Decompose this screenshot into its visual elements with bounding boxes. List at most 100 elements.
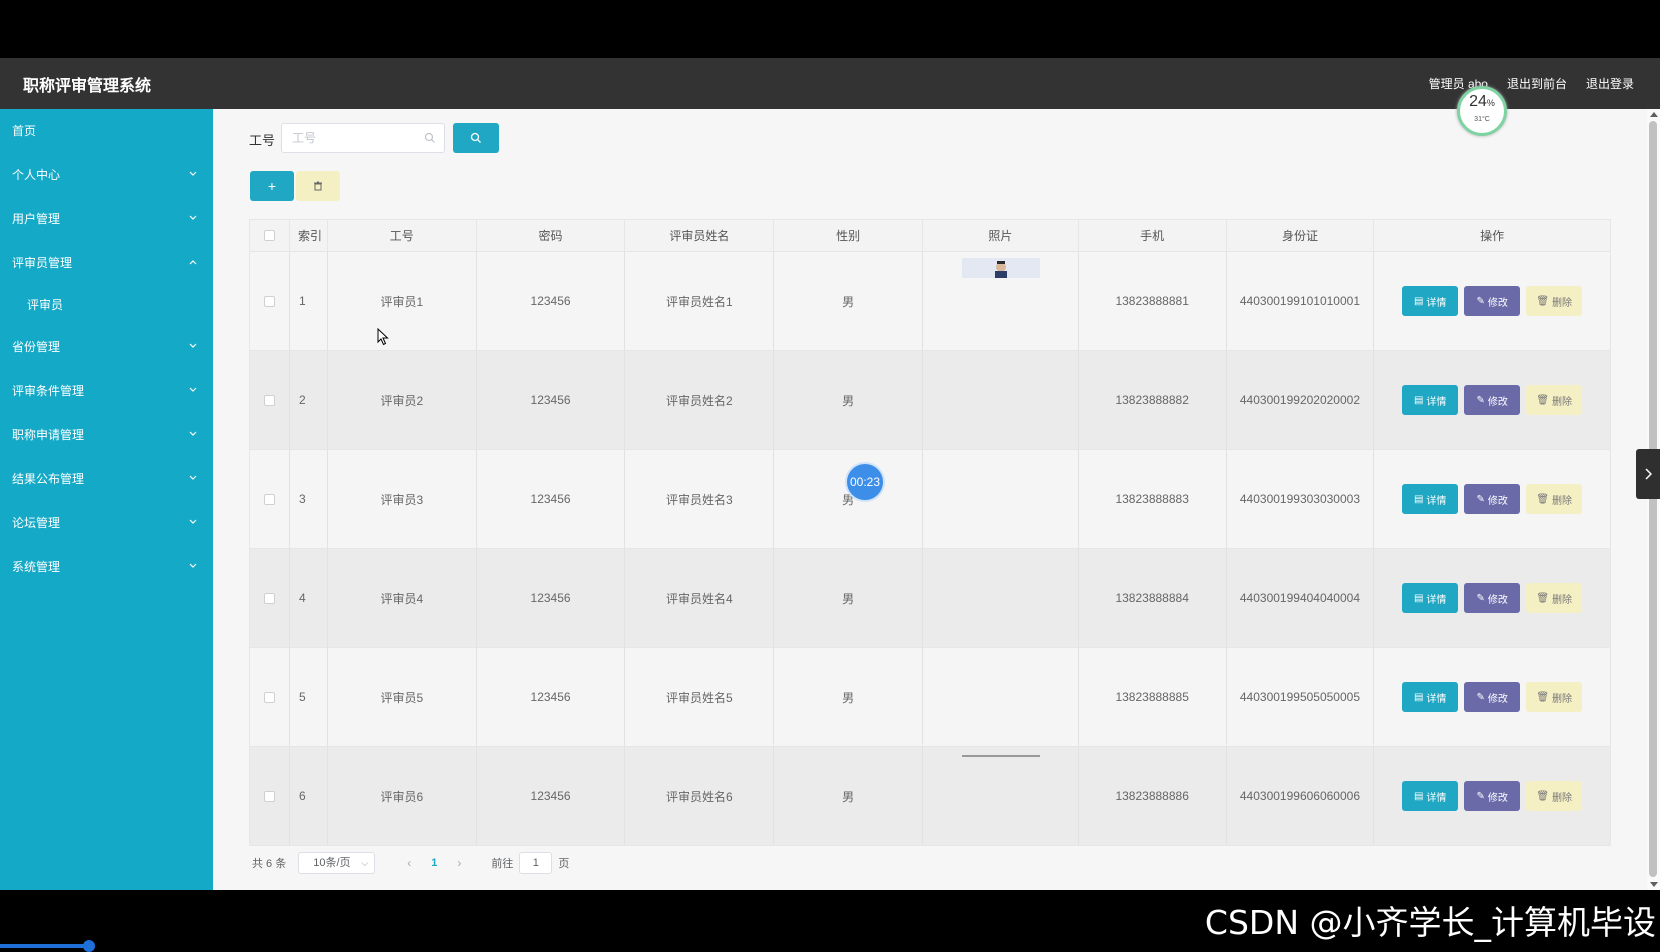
row-checkbox[interactable] (263, 592, 275, 604)
sidebar-item-label: 省份管理 (12, 340, 61, 354)
row-checkbox[interactable] (263, 394, 275, 406)
search-button[interactable] (453, 123, 499, 153)
logout-link[interactable]: 退出登录 (1586, 75, 1634, 92)
scrollbar-thumb[interactable] (1649, 121, 1657, 877)
detail-button[interactable]: ▤ 详情 (1402, 682, 1459, 712)
add-button[interactable]: + (250, 171, 294, 201)
row-checkbox[interactable] (263, 691, 275, 703)
column-header: 身份证 (1227, 220, 1375, 251)
bulk-delete-button[interactable] (296, 171, 340, 201)
sidebar-item[interactable]: 用户管理 (0, 197, 213, 241)
sidebar-item[interactable]: 职称申请管理 (0, 413, 213, 457)
cell-phone: 13823888884 (1079, 549, 1227, 647)
row-checkbox[interactable] (263, 493, 275, 505)
sidebar-subitem[interactable]: 评审员 (0, 285, 213, 325)
edit-button[interactable]: ✎ 修改 (1464, 385, 1521, 415)
chevron-down-icon (189, 501, 197, 545)
photo-thumbnail[interactable] (962, 258, 1041, 278)
sidebar-item[interactable]: 系统管理 (0, 545, 213, 589)
page-size-select[interactable]: 10条/页 ⌵ (298, 852, 376, 874)
cell-id: 评审员4 (328, 549, 477, 647)
detail-button[interactable]: ▤ 详情 (1402, 385, 1459, 415)
cell-actions: ▤ 详情 ✎ 修改 🗑︎ 删除 (1374, 450, 1610, 548)
next-page-button[interactable]: › (457, 856, 461, 870)
total-count: 共 6 条 (252, 858, 287, 870)
cell-photo (923, 648, 1079, 746)
current-page[interactable]: 1 (431, 857, 437, 869)
sidebar-item[interactable]: 评审员管理 (0, 241, 213, 285)
back-to-front-link[interactable]: 退出到前台 (1507, 75, 1567, 92)
cell-phone: 13823888883 (1079, 450, 1227, 548)
photo-thumbnail[interactable] (962, 755, 1041, 757)
cell-gender: 男 (774, 648, 924, 746)
select-all-checkbox[interactable] (263, 230, 275, 241)
page-suffix: 页 (558, 858, 570, 870)
sidebar-item[interactable]: 结果公布管理 (0, 457, 213, 501)
delete-button[interactable]: 🗑︎ 删除 (1526, 781, 1583, 811)
cell-id: 评审员3 (328, 450, 477, 548)
delete-button[interactable]: 🗑︎ 删除 (1526, 484, 1583, 514)
delete-button[interactable]: 🗑︎ 删除 (1526, 682, 1583, 712)
detail-button[interactable]: ▤ 详情 (1402, 781, 1459, 811)
cell-password: 123456 (477, 252, 626, 350)
cell-gender: 男 (774, 351, 924, 449)
trash-icon: 🗑︎ (1536, 592, 1550, 604)
sidebar-item[interactable]: 评审条件管理 (0, 369, 213, 413)
video-progress-handle[interactable] (83, 940, 95, 952)
sidebar-item[interactable]: 个人中心 (0, 153, 213, 197)
detail-label: 详情 (1426, 297, 1447, 309)
edit-label: 修改 (1487, 693, 1508, 705)
goto-page-input[interactable]: 1 (519, 852, 553, 874)
cell-photo (923, 549, 1079, 647)
chevron-down-icon (189, 413, 197, 457)
delete-label: 删除 (1552, 693, 1573, 705)
sidebar-item[interactable]: 首页 (0, 109, 213, 153)
chevron-down-icon (189, 153, 197, 197)
side-panel-toggle[interactable] (1636, 449, 1660, 499)
vertical-scrollbar[interactable] (1647, 109, 1660, 890)
scroll-down-arrow[interactable] (1650, 882, 1658, 887)
sidebar-item-label: 论坛管理 (12, 516, 61, 530)
edit-button[interactable]: ✎ 修改 (1464, 286, 1521, 316)
detail-button[interactable]: ▤ 详情 (1402, 583, 1459, 613)
delete-label: 删除 (1552, 495, 1573, 507)
sidebar-item-label: 职称申请管理 (12, 428, 85, 442)
detail-icon: ▤ (1413, 493, 1424, 505)
cell-password: 123456 (477, 549, 626, 647)
delete-button[interactable]: 🗑︎ 删除 (1526, 286, 1583, 316)
edit-icon: ✎ (1476, 394, 1485, 406)
prev-page-button[interactable]: ‹ (407, 856, 411, 870)
video-progress-bar[interactable] (0, 944, 90, 948)
cell-actions: ▤ 详情 ✎ 修改 🗑︎ 删除 (1374, 747, 1610, 845)
detail-icon: ▤ (1413, 592, 1424, 604)
column-header: 性别 (774, 220, 924, 251)
detail-button[interactable]: ▤ 详情 (1402, 484, 1459, 514)
delete-label: 删除 (1552, 396, 1573, 408)
row-checkbox[interactable] (263, 790, 275, 802)
cell-name: 评审员姓名1 (625, 252, 775, 350)
cell-photo (923, 252, 1079, 350)
sidebar-item[interactable]: 省份管理 (0, 325, 213, 369)
cell-id: 评审员6 (328, 747, 477, 845)
search-input[interactable] (282, 124, 412, 152)
edit-button[interactable]: ✎ 修改 (1464, 682, 1521, 712)
scroll-up-arrow[interactable] (1650, 112, 1658, 117)
delete-button[interactable]: 🗑︎ 删除 (1526, 385, 1583, 415)
delete-button[interactable]: 🗑︎ 删除 (1526, 583, 1583, 613)
recording-timer[interactable]: 00:23 (845, 462, 885, 502)
row-select-cell (250, 450, 290, 548)
edit-button[interactable]: ✎ 修改 (1464, 781, 1521, 811)
sidebar-item[interactable]: 论坛管理 (0, 501, 213, 545)
cell-phone: 13823888881 (1079, 252, 1227, 350)
detail-button[interactable]: ▤ 详情 (1402, 286, 1459, 316)
detail-label: 详情 (1426, 792, 1447, 804)
column-header: 工号 (328, 220, 477, 251)
column-header: 手机 (1079, 220, 1227, 251)
trash-icon: 🗑︎ (1536, 493, 1550, 505)
select-all-cell (250, 220, 290, 251)
edit-button[interactable]: ✎ 修改 (1464, 583, 1521, 613)
cell-id: 评审员1 (328, 252, 477, 350)
edit-button[interactable]: ✎ 修改 (1464, 484, 1521, 514)
cell-index: 6 (290, 747, 328, 845)
row-checkbox[interactable] (263, 295, 275, 307)
